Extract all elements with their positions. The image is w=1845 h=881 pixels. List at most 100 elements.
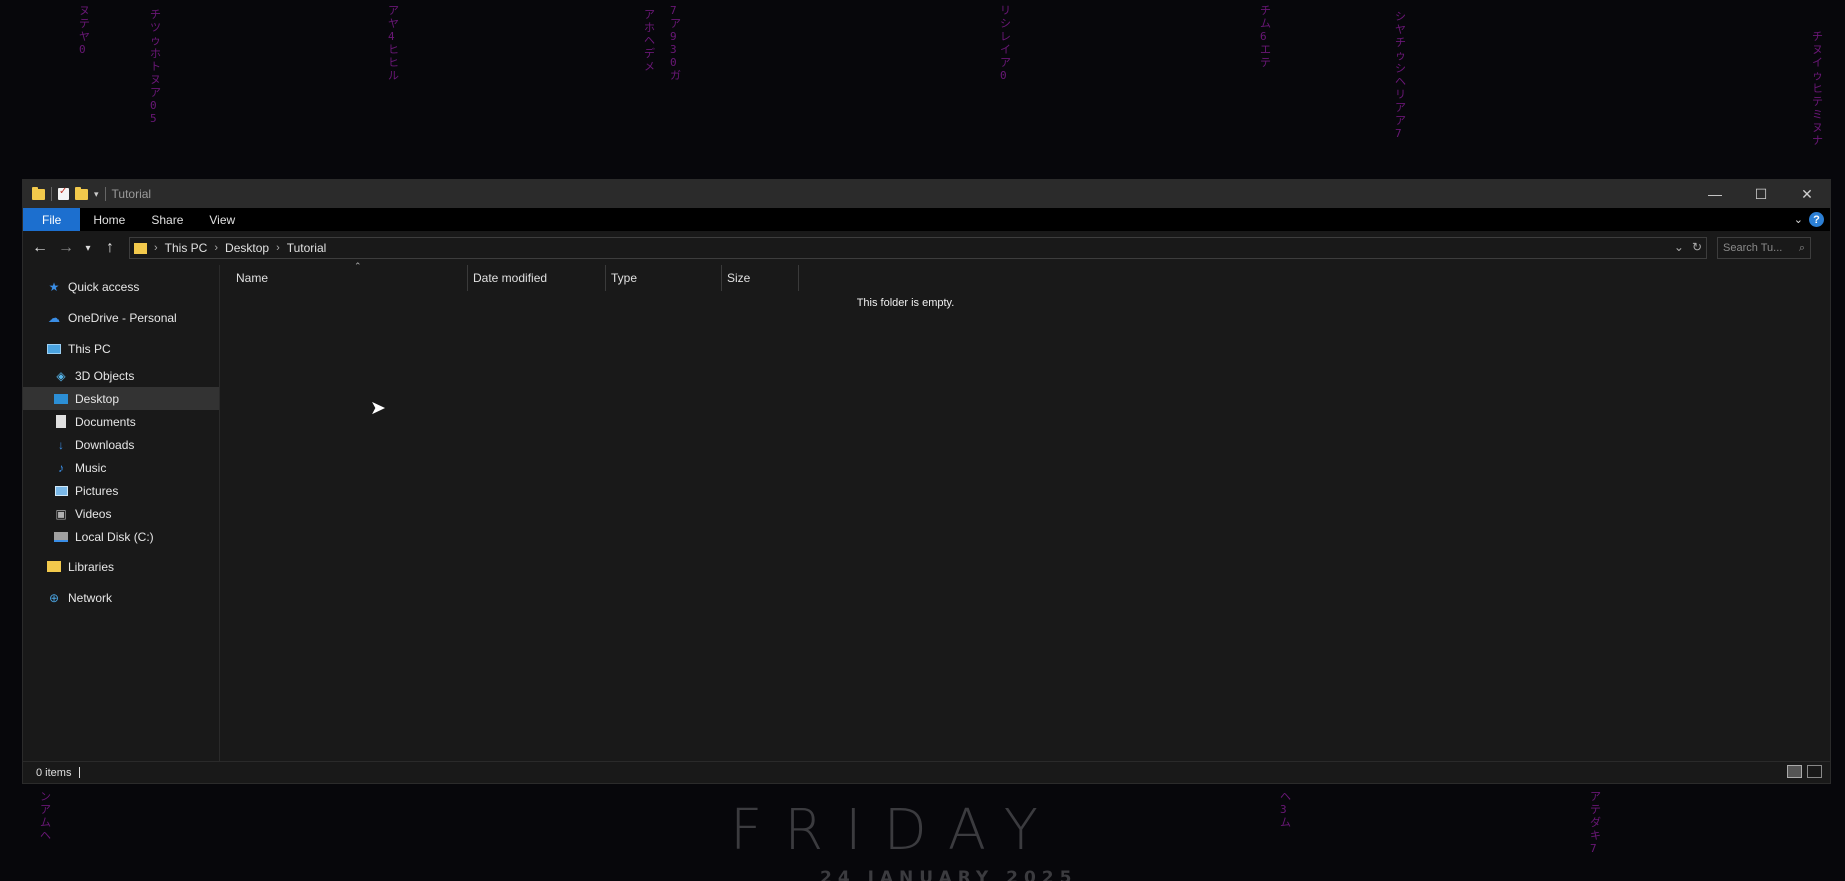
recent-locations-chevron-icon[interactable]: ▾: [79, 243, 97, 254]
item-count: 0 items: [36, 766, 72, 779]
matrix-rain: ア テ ダ キ 7: [1590, 790, 1601, 855]
maximize-button[interactable]: ☐: [1738, 180, 1784, 208]
tab-view[interactable]: View: [196, 208, 248, 231]
nav-item-3d-objects[interactable]: ◈ 3D Objects: [23, 364, 219, 387]
help-icon[interactable]: ?: [1809, 212, 1824, 227]
search-icon: ⌕: [1798, 241, 1805, 254]
nav-item-music[interactable]: ♪ Music: [23, 456, 219, 479]
large-icons-view-icon[interactable]: [1807, 765, 1822, 778]
matrix-rain: チ ツ ゥ ホ ト ヌ ア 0 5: [150, 8, 161, 125]
breadcrumb-tutorial[interactable]: Tutorial: [287, 241, 327, 255]
up-arrow-icon[interactable]: ↑: [97, 239, 123, 257]
nav-item-label: Pictures: [75, 483, 119, 498]
new-folder-icon[interactable]: [75, 186, 88, 200]
wallpaper-date: 24 JANUARY 2025: [820, 868, 1078, 881]
forward-arrow-icon[interactable]: →: [53, 239, 79, 257]
nav-item-label: OneDrive - Personal: [68, 310, 177, 325]
address-row: ← → ▾ ↑ › This PC › Desktop › Tutorial ⌄…: [23, 231, 1830, 265]
empty-folder-message: This folder is empty.: [856, 297, 955, 309]
nav-item-label: Local Disk (C:): [75, 529, 154, 544]
network-icon: ⊕: [48, 590, 60, 605]
customize-toolbar-icon[interactable]: ▾: [94, 189, 99, 200]
breadcrumb-desktop[interactable]: Desktop: [225, 241, 269, 255]
nav-item-libraries[interactable]: Libraries: [23, 551, 219, 582]
nav-item-label: Network: [68, 590, 113, 605]
nav-item-documents[interactable]: Documents: [23, 410, 219, 433]
tab-home[interactable]: Home: [80, 208, 138, 231]
video-icon: ▣: [55, 506, 67, 521]
star-icon: ★: [48, 279, 60, 294]
file-explorer-window: ▾ Tutorial — ☐ ✕ File Home Share View ⌄ …: [23, 180, 1830, 783]
breadcrumb-this-pc[interactable]: This PC: [165, 241, 208, 255]
details-view-icon[interactable]: [1787, 765, 1802, 778]
explorer-body: ★ Quick access ☁ OneDrive - Personal Thi…: [23, 261, 1830, 762]
column-type[interactable]: Type: [606, 265, 722, 291]
nav-item-local-disk[interactable]: Local Disk (C:): [23, 525, 219, 548]
music-icon: ♪: [58, 460, 64, 475]
properties-icon[interactable]: [58, 186, 69, 200]
breadcrumb-separator: ›: [276, 242, 280, 254]
nav-item-network[interactable]: ⊕ Network: [23, 582, 219, 613]
download-icon: ↓: [58, 437, 64, 452]
matrix-rain: チ ム 6 エ テ: [1260, 4, 1271, 69]
disk-icon: [54, 530, 68, 544]
mouse-pointer-icon: ➤: [370, 398, 386, 419]
title-bar: ▾ Tutorial — ☐ ✕: [23, 180, 1830, 208]
column-name[interactable]: Name: [220, 265, 468, 291]
refresh-icon[interactable]: ↻: [1692, 240, 1702, 254]
search-input[interactable]: Search Tu... ⌕: [1717, 237, 1811, 259]
matrix-rain: 7 ア 9 3 0 ガ: [670, 4, 681, 82]
nav-item-label: 3D Objects: [75, 368, 135, 383]
nav-item-quick-access[interactable]: ★ Quick access: [23, 271, 219, 302]
cloud-icon: ☁: [48, 310, 60, 325]
computer-icon: [47, 342, 61, 356]
cube-icon: ◈: [56, 368, 66, 383]
nav-item-label: Libraries: [68, 559, 115, 574]
close-button[interactable]: ✕: [1784, 180, 1830, 208]
status-bar: 0 items: [23, 761, 1830, 783]
matrix-rain: リ シ レ イ ア 0: [1000, 4, 1011, 82]
view-toggle: [1787, 765, 1822, 778]
nav-item-label: Music: [75, 460, 107, 475]
matrix-rain: シ ヤ チ ゥ シ ヘ リ ア ア 7: [1395, 10, 1406, 140]
expand-ribbon-icon[interactable]: ⌄: [1794, 213, 1803, 226]
nav-item-desktop[interactable]: Desktop: [23, 387, 219, 410]
divider: [79, 767, 81, 778]
tab-share[interactable]: Share: [138, 208, 196, 231]
document-icon: [54, 415, 68, 429]
matrix-rain: チ ヌ イ ゥ ヒ テ ミ ヌ ナ: [1812, 30, 1823, 147]
file-list[interactable]: ⌃ Name Date modified Type Size This fold…: [220, 261, 1830, 762]
tab-file[interactable]: File: [23, 208, 81, 231]
nav-item-onedrive[interactable]: ☁ OneDrive - Personal: [23, 302, 219, 333]
column-date-modified[interactable]: Date modified: [468, 265, 606, 291]
divider: [104, 187, 106, 201]
pictures-icon: [54, 484, 68, 498]
matrix-rain: ン ア ム ヘ: [40, 790, 51, 842]
window-title: Tutorial: [111, 187, 152, 201]
desktop-icon: [54, 392, 68, 406]
libraries-icon: [47, 560, 61, 574]
divider: [51, 187, 52, 201]
folder-icon: [134, 242, 147, 254]
ribbon-tabs: File Home Share View ⌄ ?: [23, 208, 1830, 231]
minimize-button[interactable]: —: [1692, 180, 1738, 208]
quick-access-toolbar: ▾: [23, 186, 106, 201]
nav-item-this-pc[interactable]: This PC: [23, 333, 219, 364]
nav-item-pictures[interactable]: Pictures: [23, 479, 219, 502]
breadcrumb-separator: ›: [214, 242, 219, 254]
back-arrow-icon[interactable]: ←: [27, 239, 53, 257]
nav-item-videos[interactable]: ▣ Videos: [23, 502, 219, 525]
nav-item-label: Downloads: [75, 437, 135, 452]
nav-item-label: Videos: [75, 506, 112, 521]
nav-item-label: Quick access: [68, 279, 140, 294]
address-bar[interactable]: › This PC › Desktop › Tutorial ⌄ ↻: [129, 237, 1707, 259]
nav-item-label: Documents: [75, 414, 136, 429]
matrix-rain: ヘ 3 ム: [1280, 790, 1291, 829]
wallpaper-title: FRIDAY: [730, 798, 1060, 863]
address-dropdown-icon[interactable]: ⌄: [1674, 240, 1684, 254]
nav-item-downloads[interactable]: ↓ Downloads: [23, 433, 219, 456]
nav-item-label: Desktop: [75, 391, 120, 406]
folder-icon: [32, 186, 45, 200]
column-size[interactable]: Size: [722, 265, 799, 291]
column-headers: ⌃ Name Date modified Type Size: [220, 261, 1830, 291]
